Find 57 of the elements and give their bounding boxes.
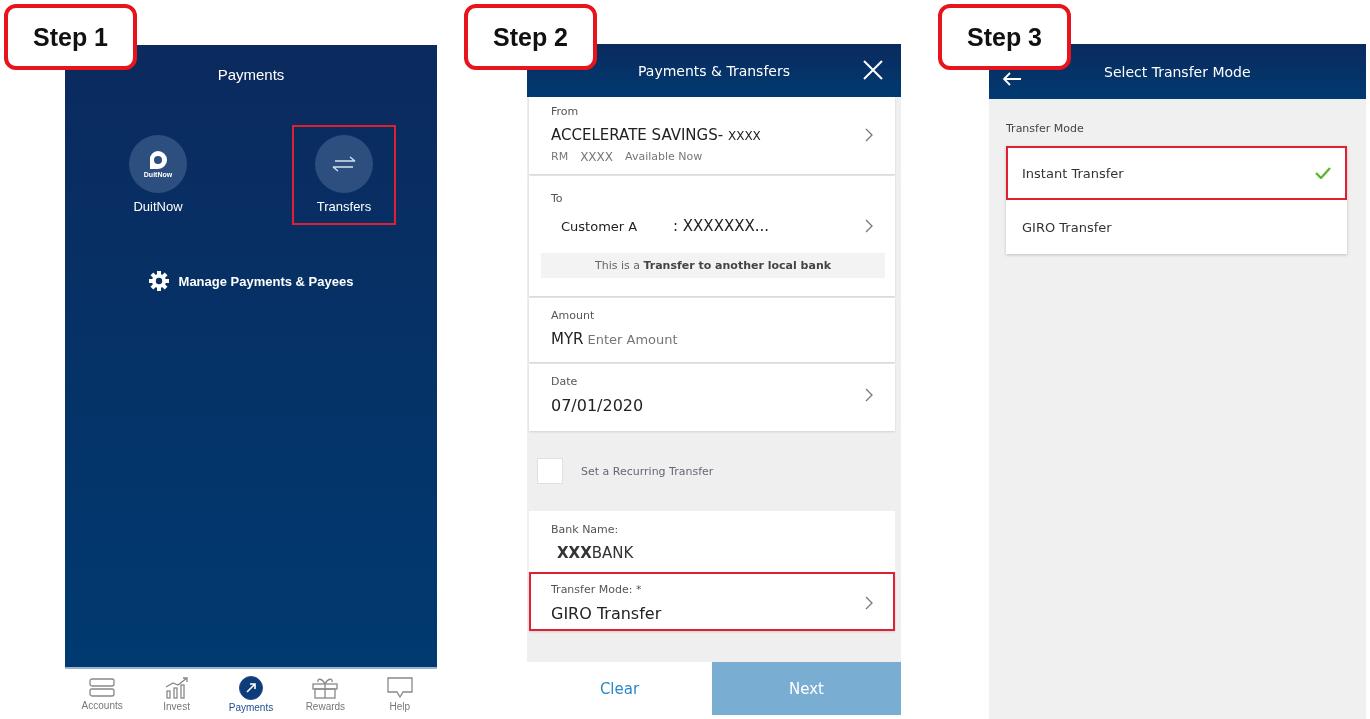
date-value: 07/01/2020 <box>551 396 645 415</box>
field-label: Bank Name: <box>551 523 620 536</box>
gift-icon <box>312 676 339 699</box>
nav-tab[interactable]: Rewards <box>290 676 361 712</box>
action-button[interactable]: Clear <box>527 662 712 715</box>
field-label: Amount <box>551 309 596 322</box>
transfer-arrows-icon <box>331 156 357 172</box>
step-label: Step 3 <box>938 4 1071 70</box>
close-icon <box>863 60 883 80</box>
settings-icon <box>148 271 169 291</box>
account-selector[interactable]: From ACCELERATE SAVINGS- XXXX RM XXXX Available Now <box>529 97 895 174</box>
chart-bars-icon <box>164 676 189 699</box>
nav-tab[interactable]: Accounts <box>67 677 138 711</box>
transfer-mode-value: GIRO Transfer <box>551 604 663 623</box>
bank-name: XXXBANK <box>556 544 635 562</box>
checkbox[interactable] <box>537 458 563 484</box>
field-label: Date <box>551 375 579 388</box>
currency-label: RM <box>551 150 569 164</box>
chevron-right-icon <box>865 219 873 233</box>
account-name: ACCELERATE SAVINGS- <box>551 126 724 144</box>
screen-title: Payments <box>217 66 285 83</box>
nav-tab[interactable]: Invest <box>141 676 212 712</box>
chevron-right-icon <box>865 127 873 142</box>
nav-tab[interactable]: Payments <box>215 675 286 713</box>
account-number: XXXX <box>727 129 761 143</box>
field-label: From <box>551 105 580 118</box>
currency-label: MYR <box>551 330 584 348</box>
check-icon <box>1315 167 1331 179</box>
step-label: Step 1 <box>4 4 137 70</box>
speech-bubble-icon <box>386 676 413 699</box>
balance-note: Available Now <box>625 150 703 164</box>
step-label: Step 2 <box>464 4 597 70</box>
payee-account: : XXXXXXX... <box>673 217 771 235</box>
transfer-mode-option[interactable]: Instant Transfer <box>1006 146 1347 200</box>
chevron-right-icon <box>865 596 873 610</box>
back-button[interactable] <box>1003 72 1022 86</box>
payee-name: Customer A <box>561 218 639 234</box>
transfer-mode-selector[interactable]: Transfer Mode: * GIRO Transfer <box>529 572 895 631</box>
menu-tile[interactable]: Transfers <box>292 125 396 225</box>
date-selector[interactable]: Date 07/01/2020 <box>529 364 895 431</box>
info-note: This is a Transfer to another local bank <box>541 253 885 278</box>
chat-pin-icon <box>148 150 168 170</box>
field-label: To <box>550 192 564 205</box>
back-arrow-icon <box>1003 72 1022 86</box>
arrow-circle-icon <box>238 675 263 700</box>
chevron-right-icon <box>865 388 873 402</box>
section-label: Transfer Mode <box>1006 122 1085 135</box>
field-label: Transfer Mode: * <box>551 583 643 596</box>
screen-title: Payments & Transfers <box>638 62 790 79</box>
nav-tab[interactable]: Help <box>364 676 435 712</box>
transfer-mode-option[interactable]: GIRO Transfer <box>1006 200 1347 254</box>
manage-link[interactable]: Manage Payments & Payees <box>178 273 354 289</box>
payee-selector[interactable]: To Customer A : XXXXXXX... This is a Transfer to another local bank <box>529 176 895 296</box>
screen-title: Select Transfer Mode <box>1104 63 1251 80</box>
balance-value: XXXX <box>580 150 614 164</box>
checkbox-label: Set a Recurring Transfer <box>581 464 714 478</box>
stacked-cards-icon <box>89 677 116 698</box>
